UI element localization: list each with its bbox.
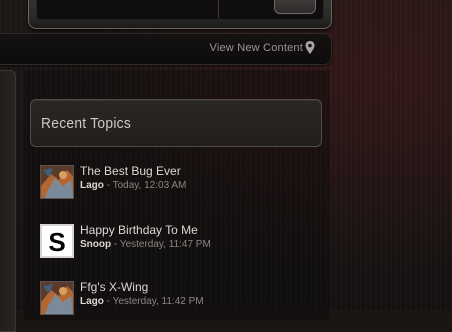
topic-title[interactable]: Ffg's X-Wing [80, 280, 148, 294]
topic-title[interactable]: Happy Birthday To Me [80, 223, 198, 237]
topic-time: Today, 12:03 AM [112, 180, 187, 191]
nav-bar: View New Content [0, 33, 332, 65]
snoop-avatar-letter: S [48, 227, 65, 256]
recent-topics-header: Recent Topics [30, 99, 322, 147]
topic-item[interactable]: S Happy Birthday To Me Snoop - Yesterday… [40, 223, 320, 260]
topic-author[interactable]: Snoop [80, 239, 111, 250]
snoop-avatar[interactable]: S [40, 224, 74, 258]
map-pin-icon[interactable] [305, 41, 315, 54]
top-divider [218, 0, 219, 18]
left-side-panel [0, 70, 16, 332]
topic-title[interactable]: The Best Bug Ever [80, 164, 181, 178]
topic-meta: Lago - Yesterday, 11:42 PM [80, 296, 204, 307]
topic-item[interactable]: The Best Bug Ever Lago - Today, 12:03 AM [40, 164, 320, 201]
topic-time: Yesterday, 11:42 PM [112, 296, 204, 307]
recent-topics-title: Recent Topics [41, 115, 132, 132]
top-button[interactable] [274, 0, 316, 14]
view-new-content-link[interactable]: View New Content [210, 42, 304, 54]
topic-item[interactable]: Ffg's X-Wing Lago - Yesterday, 11:42 PM [40, 280, 320, 317]
topic-author[interactable]: Lago [80, 296, 104, 307]
topic-meta: Lago - Today, 12:03 AM [80, 180, 187, 191]
topic-time: Yesterday, 11:47 PM [119, 239, 211, 250]
lago-avatar[interactable] [40, 165, 74, 199]
topic-meta: Snoop - Yesterday, 11:47 PM [80, 239, 211, 250]
topic-author[interactable]: Lago [80, 180, 104, 191]
